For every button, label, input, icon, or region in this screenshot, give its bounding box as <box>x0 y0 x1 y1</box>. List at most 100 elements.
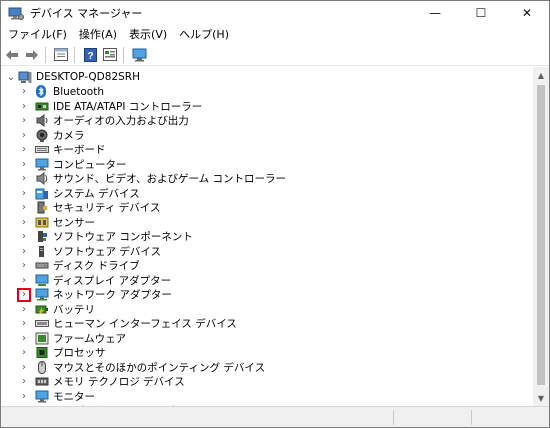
help-icon: ? <box>83 47 97 62</box>
memory-icon <box>35 375 49 388</box>
tree-item-label: プロセッサ <box>53 347 106 360</box>
tree-item[interactable]: › ディスプレイ アダプター <box>1 273 533 288</box>
tree-item[interactable]: › モニター <box>1 389 533 404</box>
computer-name: DESKTOP-QD82SRH <box>36 71 140 84</box>
status-separator <box>393 410 394 425</box>
expand-chevron-icon[interactable]: › <box>19 274 29 286</box>
forward-button[interactable] <box>23 46 41 64</box>
expand-chevron-icon[interactable]: › <box>19 318 29 330</box>
expand-chevron-icon[interactable]: › <box>19 231 29 243</box>
scroll-down-arrow-icon[interactable]: ▼ <box>533 390 549 406</box>
expand-chevron-icon[interactable]: › <box>19 303 29 315</box>
tree-item[interactable]: › マウスとそのほかのポインティング デバイス <box>1 360 533 375</box>
tree-item[interactable]: › ソフトウェア コンポーネント <box>1 230 533 245</box>
title-bar: デバイス マネージャー — ☐ ✕ <box>1 1 549 25</box>
computer-icon <box>18 71 32 84</box>
back-button[interactable] <box>3 46 21 64</box>
expand-chevron-icon[interactable]: › <box>19 289 29 301</box>
window-title: デバイス マネージャー <box>30 7 143 20</box>
tree-item-label: サウンド、ビデオ、およびゲーム コントローラー <box>53 173 286 186</box>
tree-item-label: コンピューター <box>53 158 127 171</box>
expand-chevron-icon[interactable]: › <box>19 347 29 359</box>
tree-item[interactable]: › システム デバイス <box>1 186 533 201</box>
expand-chevron-icon[interactable]: › <box>19 376 29 388</box>
close-button[interactable]: ✕ <box>505 1 549 25</box>
tree-item-label: ヒューマン インターフェイス デバイス <box>53 318 237 331</box>
tree-item[interactable]: › ディスク ドライブ <box>1 259 533 274</box>
expand-chevron-icon[interactable]: › <box>19 332 29 344</box>
tree-item[interactable]: › IDE ATA/ATAPI コントローラー <box>1 99 533 114</box>
tree-item[interactable]: › バッテリ <box>1 302 533 317</box>
expand-chevron-icon[interactable]: › <box>19 115 29 127</box>
menu-view[interactable]: 表示(V) <box>123 25 173 44</box>
tree-item[interactable]: › カメラ <box>1 128 533 143</box>
tree-root[interactable]: ⌄ DESKTOP-QD82SRH <box>1 70 533 85</box>
system-device-icon <box>35 187 49 200</box>
tree-item[interactable]: › Bluetooth <box>1 85 533 100</box>
tree-item[interactable]: › サウンド、ビデオ、およびゲーム コントローラー <box>1 172 533 187</box>
disk-drive-icon <box>35 259 49 272</box>
scroll-up-arrow-icon[interactable]: ▲ <box>533 67 549 83</box>
expand-chevron-icon[interactable]: › <box>19 173 29 185</box>
tree-item[interactable]: › センサー <box>1 215 533 230</box>
expand-chevron-icon[interactable]: › <box>19 129 29 141</box>
tree-item-label: モニター <box>53 390 95 403</box>
expand-chevron-icon[interactable]: › <box>19 86 29 98</box>
expand-chevron-icon[interactable]: › <box>19 144 29 156</box>
view-button[interactable] <box>101 46 119 64</box>
scrollbar-thumb[interactable] <box>537 85 545 385</box>
tree-item[interactable]: › コンピューター <box>1 157 533 172</box>
expand-chevron-icon[interactable]: › <box>19 158 29 170</box>
tree-item[interactable]: › セキュリティ デバイス <box>1 201 533 216</box>
expand-chevron-icon[interactable]: › <box>19 361 29 373</box>
expand-chevron-icon[interactable]: › <box>19 100 29 112</box>
tree-item[interactable]: › オーディオの入力および出力 <box>1 114 533 129</box>
tree-item[interactable]: › ヒューマン インターフェイス デバイス <box>1 317 533 332</box>
software-device-icon <box>35 245 49 258</box>
tree-item-label: カメラ <box>53 129 85 142</box>
sound-icon <box>35 172 49 186</box>
security-device-icon <box>35 201 49 214</box>
svg-text:?: ? <box>87 51 93 62</box>
menu-bar: ファイル(F) 操作(A) 表示(V) ヘルプ(H) <box>1 25 549 44</box>
toolbar-separator <box>74 46 75 63</box>
device-manager-window: デバイス マネージャー — ☐ ✕ ファイル(F) 操作(A) 表示(V) ヘル… <box>0 0 550 428</box>
close-icon: ✕ <box>521 6 533 20</box>
expand-chevron-icon[interactable]: › <box>19 202 29 214</box>
tree-item[interactable]: › ソフトウェア デバイス <box>1 244 533 259</box>
tree-item[interactable]: › メモリ テクノロジ デバイス <box>1 375 533 390</box>
camera-icon <box>35 129 49 142</box>
device-manager-app-icon <box>8 5 24 21</box>
expand-chevron-icon[interactable]: › <box>19 216 29 228</box>
tree-item-label: ディスプレイ アダプター <box>53 274 172 287</box>
processor-icon <box>35 346 49 359</box>
device-tree[interactable]: ⌄ DESKTOP-QD82SRH › Bluetooth › IDE ATA/ATA… <box>1 67 533 406</box>
tree-item-label: センサー <box>53 216 95 229</box>
maximize-icon: ☐ <box>475 6 487 20</box>
speaker-icon <box>35 114 49 128</box>
tree-item[interactable]: › ファームウェア <box>1 331 533 346</box>
sensor-icon <box>35 216 49 229</box>
expand-chevron-icon[interactable]: › <box>19 260 29 272</box>
monitor-icon <box>35 390 49 403</box>
tree-item[interactable]: › プロセッサ <box>1 346 533 361</box>
menu-file[interactable]: ファイル(F) <box>1 25 73 44</box>
maximize-button[interactable]: ☐ <box>459 1 503 25</box>
tree-item-label: ディスク ドライブ <box>53 260 140 273</box>
minimize-button[interactable]: — <box>413 1 457 25</box>
tree-item[interactable]: › ネットワーク アダプター <box>1 287 533 303</box>
scan-hardware-button[interactable] <box>130 46 148 64</box>
menu-help[interactable]: ヘルプ(H) <box>173 25 235 44</box>
properties-button[interactable] <box>52 46 70 64</box>
expand-chevron-icon[interactable]: › <box>19 187 29 199</box>
menu-action[interactable]: 操作(A) <box>73 25 123 44</box>
tree-item[interactable]: › キーボード <box>1 143 533 158</box>
expand-chevron-icon[interactable]: › <box>19 390 29 402</box>
collapse-chevron-icon[interactable]: ⌄ <box>6 71 16 83</box>
vertical-scrollbar[interactable]: ▲ ▼ <box>533 67 549 406</box>
keyboard-icon <box>35 143 49 156</box>
bluetooth-icon <box>35 85 49 99</box>
network-adapter-icon <box>35 288 49 301</box>
expand-chevron-icon[interactable]: › <box>19 245 29 257</box>
help-button[interactable]: ? <box>81 46 99 64</box>
